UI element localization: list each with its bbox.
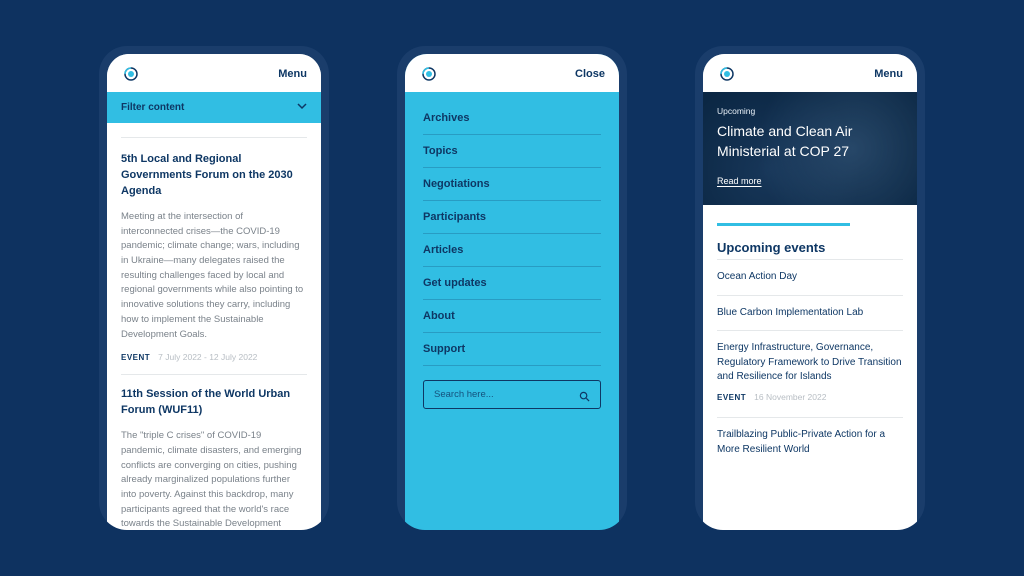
phone-2: Close Archives Topics Negotiations Parti…	[397, 46, 627, 530]
divider	[121, 374, 307, 375]
read-more-link[interactable]: Read more	[717, 176, 762, 186]
search-placeholder: Search here...	[434, 389, 494, 400]
event-row[interactable]: Trailblazing Public-Private Action for a…	[717, 418, 903, 467]
phone-1: Menu Filter content 5th Local and Region…	[99, 46, 329, 530]
article-body: The "triple C crises" of COVID-19 pandem…	[121, 429, 307, 530]
section-title: Upcoming events	[717, 240, 903, 255]
article-card[interactable]: 5th Local and Regional Governments Forum…	[121, 152, 307, 362]
menu-item-support[interactable]: Support	[423, 333, 601, 366]
article-meta: EVENT 7 July 2022 - 12 July 2022	[121, 352, 307, 362]
hero-title: Climate and Clean Air Ministerial at COP…	[717, 122, 903, 161]
menu-list: Archives Topics Negotiations Participant…	[405, 92, 619, 366]
article-title: 11th Session of the World Urban Forum (W…	[121, 387, 307, 419]
menu-item-articles[interactable]: Articles	[423, 234, 601, 267]
event-tag: EVENT	[717, 392, 746, 404]
event-row[interactable]: Ocean Action Day	[717, 260, 903, 295]
event-tag: EVENT	[121, 353, 150, 362]
topbar: Menu	[703, 54, 917, 92]
hero-eyebrow: Upcoming	[717, 106, 903, 116]
article-title: 5th Local and Regional Governments Forum…	[121, 152, 307, 200]
event-row[interactable]: Blue Carbon Implementation Lab	[717, 296, 903, 331]
phone-3: Menu Upcoming Climate and Clean Air Mini…	[695, 46, 925, 530]
menu-item-get-updates[interactable]: Get updates	[423, 267, 601, 300]
menu-button[interactable]: Menu	[874, 68, 903, 80]
logo-icon	[717, 64, 737, 84]
topbar: Menu	[107, 54, 321, 92]
topbar: Close	[405, 54, 619, 92]
logo-icon	[419, 64, 439, 84]
hero-banner: Upcoming Climate and Clean Air Ministeri…	[703, 92, 917, 205]
menu-item-participants[interactable]: Participants	[423, 201, 601, 234]
article-body: Meeting at the intersection of interconn…	[121, 210, 307, 342]
event-title: Energy Infrastructure, Governance, Regul…	[717, 341, 903, 385]
article-card[interactable]: 11th Session of the World Urban Forum (W…	[121, 387, 307, 530]
menu-item-negotiations[interactable]: Negotiations	[423, 168, 601, 201]
chevron-down-icon	[297, 101, 307, 114]
search-input[interactable]: Search here...	[423, 380, 601, 409]
search-icon	[579, 389, 590, 400]
logo-icon	[121, 64, 141, 84]
menu-item-topics[interactable]: Topics	[423, 135, 601, 168]
events-section: Upcoming events Ocean Action Day Blue Ca…	[703, 226, 917, 467]
menu-button[interactable]: Menu	[278, 68, 307, 80]
filter-content-bar[interactable]: Filter content	[107, 92, 321, 123]
divider	[121, 137, 307, 138]
event-date: 16 November 2022	[754, 391, 826, 403]
article-list: 5th Local and Regional Governments Forum…	[107, 127, 321, 530]
menu-item-archives[interactable]: Archives	[423, 102, 601, 135]
close-button[interactable]: Close	[575, 68, 605, 80]
filter-label: Filter content	[121, 102, 184, 113]
menu-item-about[interactable]: About	[423, 300, 601, 333]
event-date: 7 July 2022 - 12 July 2022	[158, 352, 257, 362]
event-row[interactable]: Energy Infrastructure, Governance, Regul…	[717, 331, 903, 417]
